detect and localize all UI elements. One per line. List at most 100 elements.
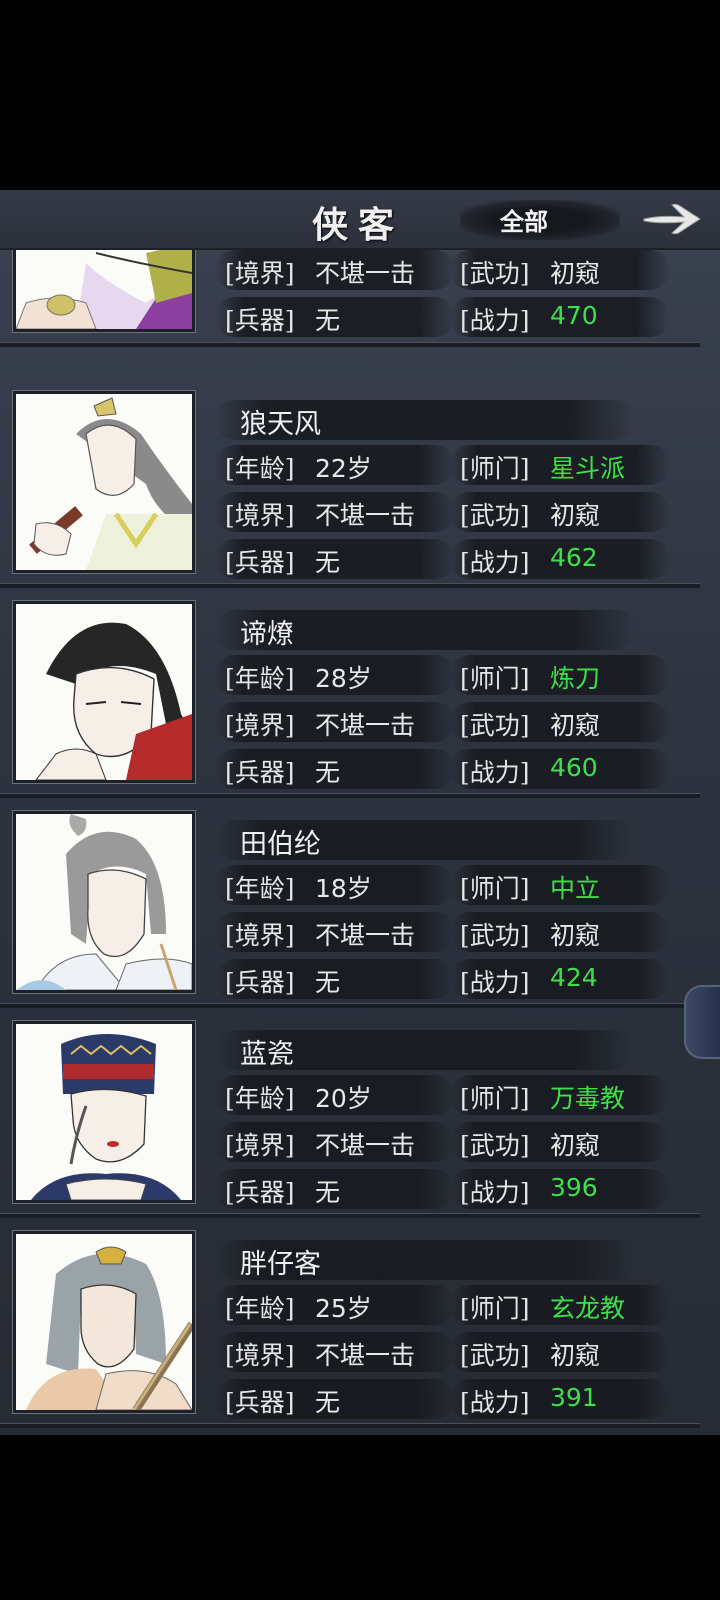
- power-value: 470: [550, 301, 598, 330]
- realm-value: 不堪一击: [315, 921, 416, 950]
- weapon-value: 无: [315, 758, 341, 787]
- realm-value: 不堪一击: [315, 1131, 416, 1160]
- power-value: 391: [550, 1383, 598, 1412]
- age-value: 18岁: [315, 874, 372, 903]
- sect-value: 玄龙教: [550, 1294, 626, 1323]
- hero-portrait: [16, 604, 192, 780]
- realm-value: 不堪一击: [315, 501, 416, 530]
- sect-label: [师门]: [460, 664, 530, 693]
- sect-value: 星斗派: [550, 454, 626, 483]
- hero-portrait: [16, 1024, 192, 1200]
- skill-value: 初窥: [550, 501, 601, 530]
- age-label: [年龄]: [225, 664, 295, 693]
- realm-label: [境界]: [225, 711, 295, 740]
- age-value: 25岁: [315, 1294, 372, 1323]
- portrait-image: [16, 814, 192, 990]
- realm-label: [境界]: [225, 1131, 295, 1160]
- age-value: 20岁: [315, 1084, 372, 1113]
- realm-value: 不堪一击: [315, 711, 416, 740]
- weapon-value: 无: [315, 1388, 341, 1417]
- skill-label: [武功]: [460, 1131, 530, 1160]
- sect-value: 中立: [550, 874, 601, 903]
- realm-label: [境界]: [225, 1341, 295, 1370]
- skill-value: 初窥: [550, 259, 601, 288]
- power-value: 460: [550, 753, 598, 782]
- weapon-value: 无: [315, 968, 341, 997]
- realm-label: [境界]: [225, 259, 295, 288]
- power-value: 396: [550, 1173, 598, 1202]
- hero-portrait: [16, 814, 192, 990]
- weapon-label: [兵器]: [225, 1178, 295, 1207]
- hero-portrait: [16, 394, 192, 570]
- hero-list[interactable]: [境界] 不堪一击 [武功] 初窥 [兵器] 无 [战力] 470 狼天风 [年…: [0, 250, 720, 1435]
- skill-value: 初窥: [550, 711, 601, 740]
- hero-portrait: [16, 1234, 192, 1410]
- hero-name: 胖仔客: [240, 1249, 321, 1280]
- realm-value: 不堪一击: [315, 259, 416, 288]
- sect-value: 万毒教: [550, 1084, 626, 1113]
- skill-value: 初窥: [550, 1341, 601, 1370]
- age-value: 22岁: [315, 454, 372, 483]
- sect-value: 炼刀: [550, 664, 601, 693]
- weapon-label: [兵器]: [225, 306, 295, 335]
- sect-label: [师门]: [460, 454, 530, 483]
- power-label: [战力]: [460, 758, 530, 787]
- hero-card[interactable]: 狼天风 [年龄] 22岁 [师门] 星斗派 [境界] 不堪一击 [武功] 初窥 …: [0, 378, 700, 588]
- power-label: [战力]: [460, 548, 530, 577]
- hero-card-partial[interactable]: [境界] 不堪一击 [武功] 初窥 [兵器] 无 [战力] 470: [0, 250, 700, 347]
- skill-label: [武功]: [460, 259, 530, 288]
- sect-label: [师门]: [460, 1294, 530, 1323]
- age-value: 28岁: [315, 664, 372, 693]
- hero-card[interactable]: 蓝瓷 [年龄] 20岁 [师门] 万毒教 [境界] 不堪一击 [武功] 初窥 […: [0, 1008, 700, 1218]
- card-divider: [0, 1423, 700, 1428]
- weapon-label: [兵器]: [225, 1388, 295, 1417]
- power-label: [战力]: [460, 1388, 530, 1417]
- header-bar: 侠客 全部: [0, 190, 720, 250]
- age-label: [年龄]: [225, 454, 295, 483]
- age-label: [年龄]: [225, 874, 295, 903]
- card-divider: [0, 342, 700, 347]
- hero-card[interactable]: 田伯纶 [年龄] 18岁 [师门] 中立 [境界] 不堪一击 [武功] 初窥 […: [0, 798, 700, 1008]
- portrait-image: [16, 250, 192, 329]
- skill-value: 初窥: [550, 921, 601, 950]
- age-label: [年龄]: [225, 1294, 295, 1323]
- side-drawer-tab[interactable]: [684, 985, 720, 1059]
- weapon-label: [兵器]: [225, 968, 295, 997]
- power-value: 462: [550, 543, 598, 572]
- weapon-value: 无: [315, 548, 341, 577]
- portrait-image: [16, 604, 192, 780]
- page-title: 侠客: [312, 204, 405, 246]
- filter-dropdown[interactable]: 全部: [500, 202, 548, 237]
- hero-list-panel: 侠客 全部 [境界] 不堪一击 [武功] 初窥 [兵器] 无 [战力] 470 …: [0, 190, 720, 1435]
- portrait-image: [16, 1234, 192, 1410]
- age-label: [年龄]: [225, 1084, 295, 1113]
- realm-label: [境界]: [225, 501, 295, 530]
- portrait-image: [16, 394, 192, 570]
- hero-card[interactable]: 胖仔客 [年龄] 25岁 [师门] 玄龙教 [境界] 不堪一击 [武功] 初窥 …: [0, 1218, 700, 1428]
- hero-name: 蓝瓷: [240, 1039, 294, 1070]
- arrow-right-icon[interactable]: [640, 198, 704, 240]
- power-label: [战力]: [460, 968, 530, 997]
- skill-label: [武功]: [460, 921, 530, 950]
- hero-portrait: [16, 250, 192, 329]
- sect-label: [师门]: [460, 1084, 530, 1113]
- weapon-value: 无: [315, 1178, 341, 1207]
- hero-card[interactable]: 谛燎 [年龄] 28岁 [师门] 炼刀 [境界] 不堪一击 [武功] 初窥 [兵…: [0, 588, 700, 798]
- weapon-label: [兵器]: [225, 758, 295, 787]
- weapon-label: [兵器]: [225, 548, 295, 577]
- power-value: 424: [550, 963, 598, 992]
- skill-value: 初窥: [550, 1131, 601, 1160]
- realm-value: 不堪一击: [315, 1341, 416, 1370]
- skill-label: [武功]: [460, 711, 530, 740]
- portrait-image: [16, 1024, 192, 1200]
- hero-name: 谛燎: [240, 619, 294, 650]
- weapon-value: 无: [315, 306, 341, 335]
- hero-name: 田伯纶: [240, 829, 321, 860]
- hero-name: 狼天风: [240, 409, 321, 440]
- sect-label: [师门]: [460, 874, 530, 903]
- skill-label: [武功]: [460, 1341, 530, 1370]
- skill-label: [武功]: [460, 501, 530, 530]
- realm-label: [境界]: [225, 921, 295, 950]
- power-label: [战力]: [460, 1178, 530, 1207]
- power-label: [战力]: [460, 306, 530, 335]
